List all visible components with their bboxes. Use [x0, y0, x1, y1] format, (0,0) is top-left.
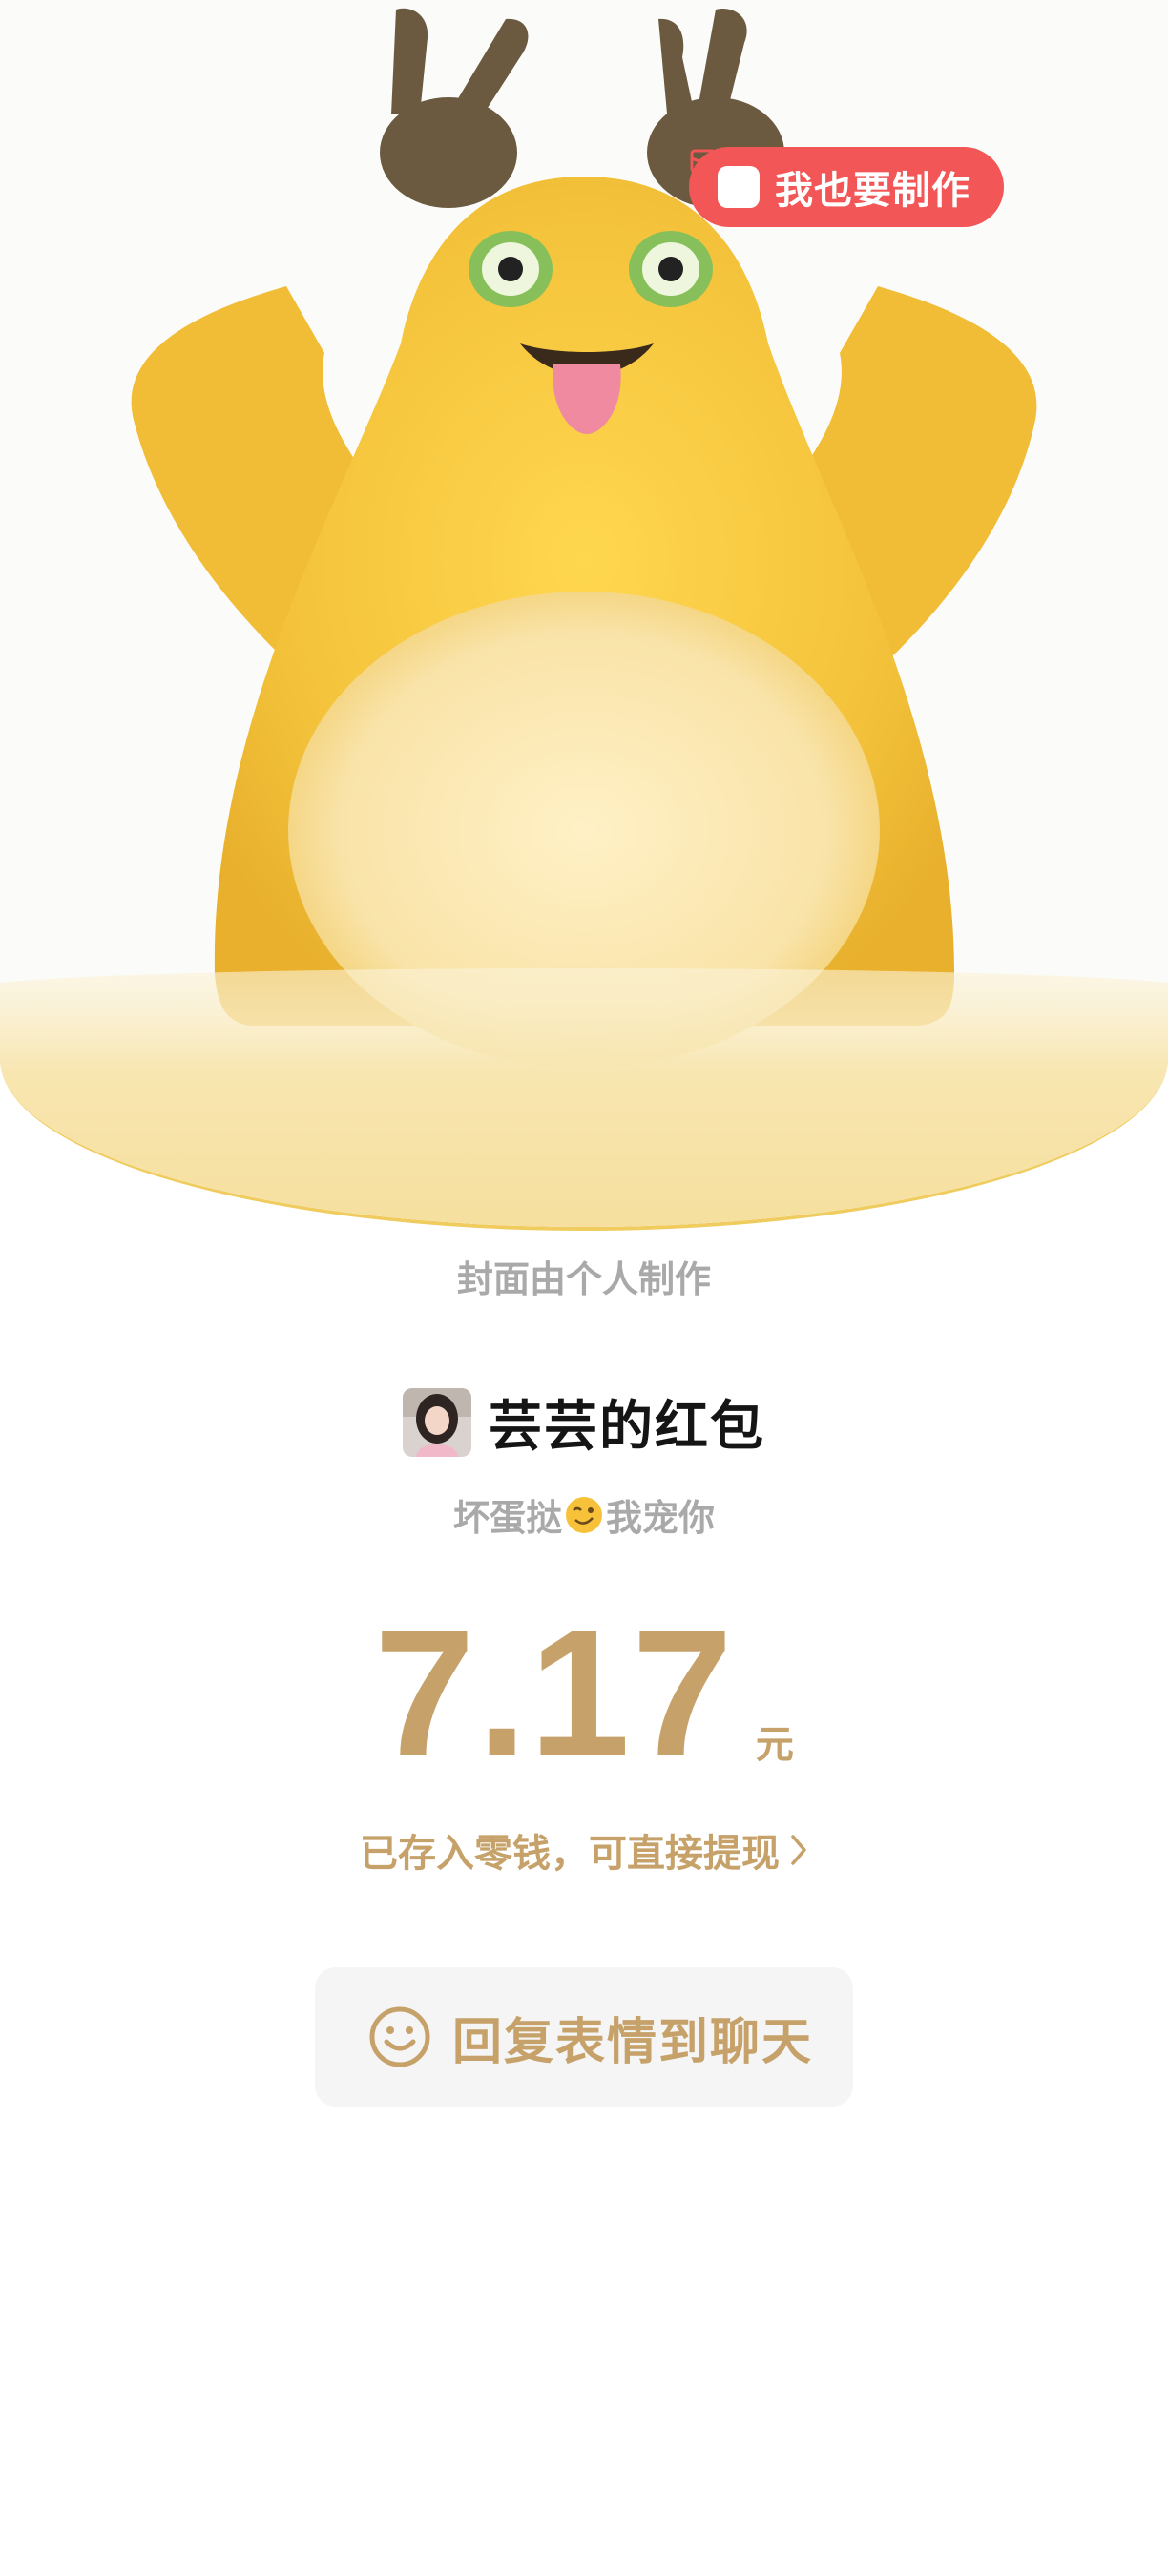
cover-note: 封面由个人制作	[456, 1258, 711, 1300]
amount-value: 7.17	[374, 1592, 735, 1795]
saved-to-wallet-text: 已存入零钱，可直接提现	[360, 1832, 780, 1876]
chevron-right-icon	[791, 1835, 806, 1865]
cover-image: 我也要制作	[0, 0, 1168, 1231]
red-packet-icon	[690, 149, 760, 208]
make-cover-label: 我也要制作	[775, 169, 970, 213]
reply-sticker-label: 回复表情到聊天	[452, 2013, 814, 2071]
smiley-icon	[369, 2006, 430, 2067]
saved-to-wallet-link[interactable]: 已存入零钱，可直接提现	[0, 1822, 1168, 1878]
sender-row: 芸芸的红包	[0, 1383, 1168, 1461]
avatar	[403, 1387, 471, 1457]
greeting-text-start: 坏蛋挞	[452, 1497, 562, 1539]
amount-unit: 元	[755, 1723, 794, 1767]
reply-sticker-button[interactable]: 回复表情到聊天	[315, 1967, 853, 2107]
greeting-text-end: 我宠你	[606, 1497, 716, 1539]
sender-name: 芸芸的红包	[489, 1396, 765, 1458]
greeting-message: 坏蛋挞 我宠你	[0, 1488, 1168, 1541]
winking-face-icon	[566, 1496, 602, 1533]
amount-display: 7.17 元	[0, 1592, 1168, 1795]
make-cover-button[interactable]: 我也要制作	[689, 147, 1004, 227]
